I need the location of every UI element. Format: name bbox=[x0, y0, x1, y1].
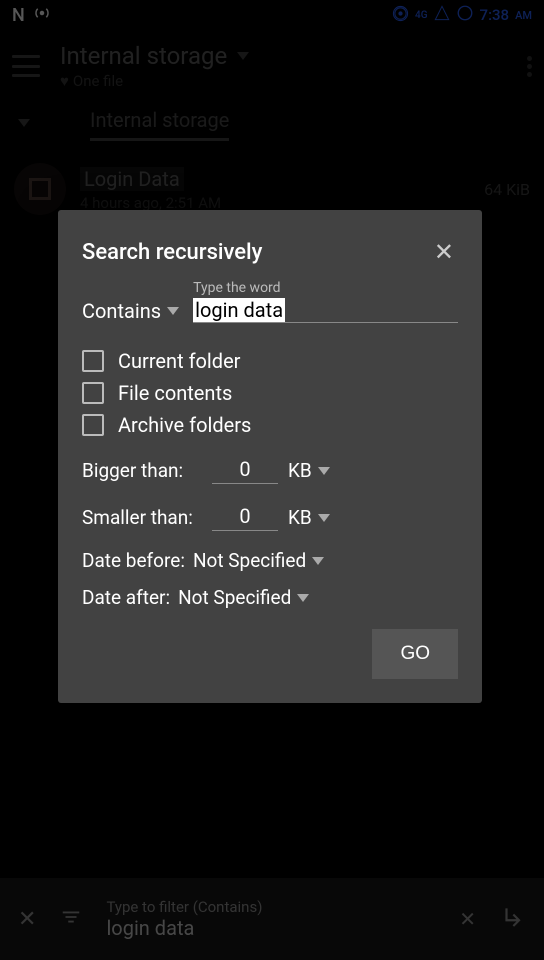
unit-text: KB bbox=[288, 459, 312, 482]
close-icon[interactable]: ✕ bbox=[18, 907, 36, 932]
input-label: Type the word bbox=[193, 280, 280, 296]
smaller-than-label: Smaller than: bbox=[82, 506, 202, 529]
filter-input[interactable]: login data bbox=[106, 916, 435, 940]
close-icon[interactable]: ✕ bbox=[430, 234, 458, 270]
dialog-title: Search recursively bbox=[82, 240, 262, 265]
mode-dropdown[interactable]: Contains bbox=[82, 299, 179, 323]
chevron-down-icon bbox=[318, 467, 330, 475]
chevron-down-icon bbox=[312, 557, 324, 565]
date-after-dropdown[interactable]: Not Specified bbox=[178, 586, 309, 609]
checkbox-file-contents[interactable]: File contents bbox=[82, 381, 458, 405]
checkbox-label: File contents bbox=[118, 381, 232, 405]
bigger-than-label: Bigger than: bbox=[82, 459, 202, 482]
bigger-unit-dropdown[interactable]: KB bbox=[288, 459, 330, 482]
date-after-value: Not Specified bbox=[178, 586, 291, 609]
checkbox-label: Current folder bbox=[118, 349, 240, 373]
search-dialog: Search recursively ✕ Contains Type the w… bbox=[58, 210, 482, 703]
bigger-than-input[interactable]: 0 bbox=[212, 457, 278, 484]
filter-bar: ✕ Type to filter (Contains) login data ✕ bbox=[0, 878, 544, 960]
filter-placeholder: Type to filter (Contains) bbox=[106, 898, 435, 916]
filter-list-icon[interactable] bbox=[60, 906, 82, 932]
smaller-unit-dropdown[interactable]: KB bbox=[288, 506, 330, 529]
checkbox-icon bbox=[82, 350, 104, 372]
checkbox-current-folder[interactable]: Current folder bbox=[82, 349, 458, 373]
unit-text: KB bbox=[288, 506, 312, 529]
date-after-label: Date after: bbox=[82, 586, 170, 609]
checkbox-icon bbox=[82, 382, 104, 404]
checkbox-archive-folders[interactable]: Archive folders bbox=[82, 413, 458, 437]
search-input-value: login data bbox=[193, 298, 285, 322]
search-input[interactable]: login data bbox=[193, 298, 458, 323]
clear-icon[interactable]: ✕ bbox=[459, 907, 476, 931]
smaller-than-input[interactable]: 0 bbox=[212, 504, 278, 531]
go-button[interactable]: GO bbox=[372, 629, 458, 679]
date-before-label: Date before: bbox=[82, 549, 185, 572]
chevron-down-icon bbox=[297, 594, 309, 602]
chevron-down-icon bbox=[318, 514, 330, 522]
checkbox-icon bbox=[82, 414, 104, 436]
date-before-dropdown[interactable]: Not Specified bbox=[193, 549, 324, 572]
subdirectory-icon[interactable] bbox=[500, 904, 526, 934]
date-before-value: Not Specified bbox=[193, 549, 306, 572]
chevron-down-icon bbox=[167, 307, 179, 315]
mode-label: Contains bbox=[82, 299, 161, 323]
checkbox-label: Archive folders bbox=[118, 413, 251, 437]
